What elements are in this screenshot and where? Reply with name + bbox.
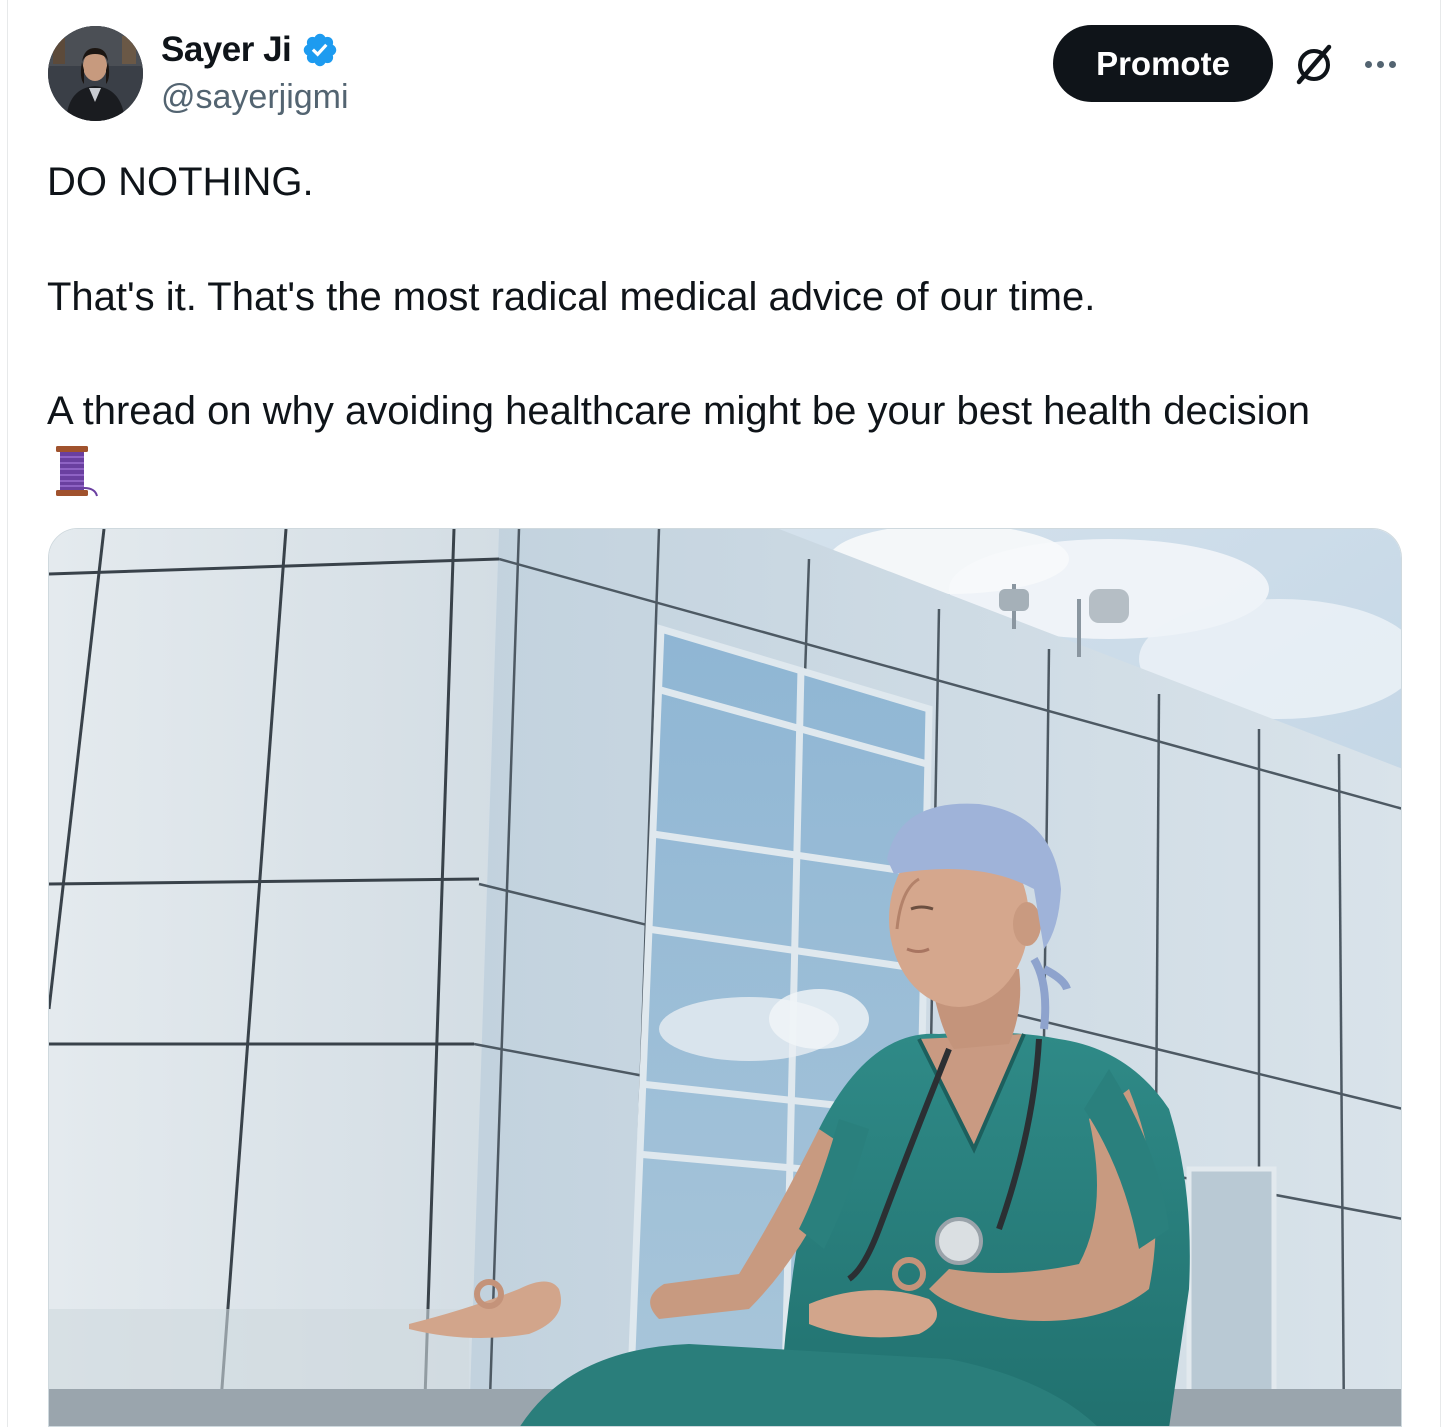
- tweet-text-paragraph-2: That's it. That's the most radical medic…: [47, 275, 1096, 319]
- grok-icon[interactable]: [1290, 40, 1338, 88]
- avatar-photo: [48, 26, 143, 121]
- tweet-media-image[interactable]: [48, 528, 1402, 1427]
- tweet-text-paragraph-3: A thread on why avoiding healthcare migh…: [47, 389, 1311, 433]
- tweet-text-paragraph-1: DO NOTHING.: [47, 160, 314, 204]
- tweet-card: Sayer Ji @sayerjigmi Promote DO NOTHING.…: [7, 0, 1441, 1427]
- verified-badge-icon: [304, 33, 337, 67]
- dot: [1364, 60, 1372, 68]
- dot: [1388, 60, 1396, 68]
- author-handle[interactable]: @sayerjigmi: [161, 78, 349, 117]
- author-name-row[interactable]: Sayer Ji: [161, 30, 339, 70]
- photo-doctor-meditating: [49, 529, 1401, 1426]
- thread-spool-emoji: [56, 446, 98, 497]
- author-name[interactable]: Sayer Ji: [161, 30, 292, 70]
- author-avatar[interactable]: [48, 26, 143, 121]
- more-options-icon[interactable]: [1356, 46, 1404, 82]
- promote-button[interactable]: Promote: [1053, 25, 1273, 102]
- dot: [1376, 60, 1384, 68]
